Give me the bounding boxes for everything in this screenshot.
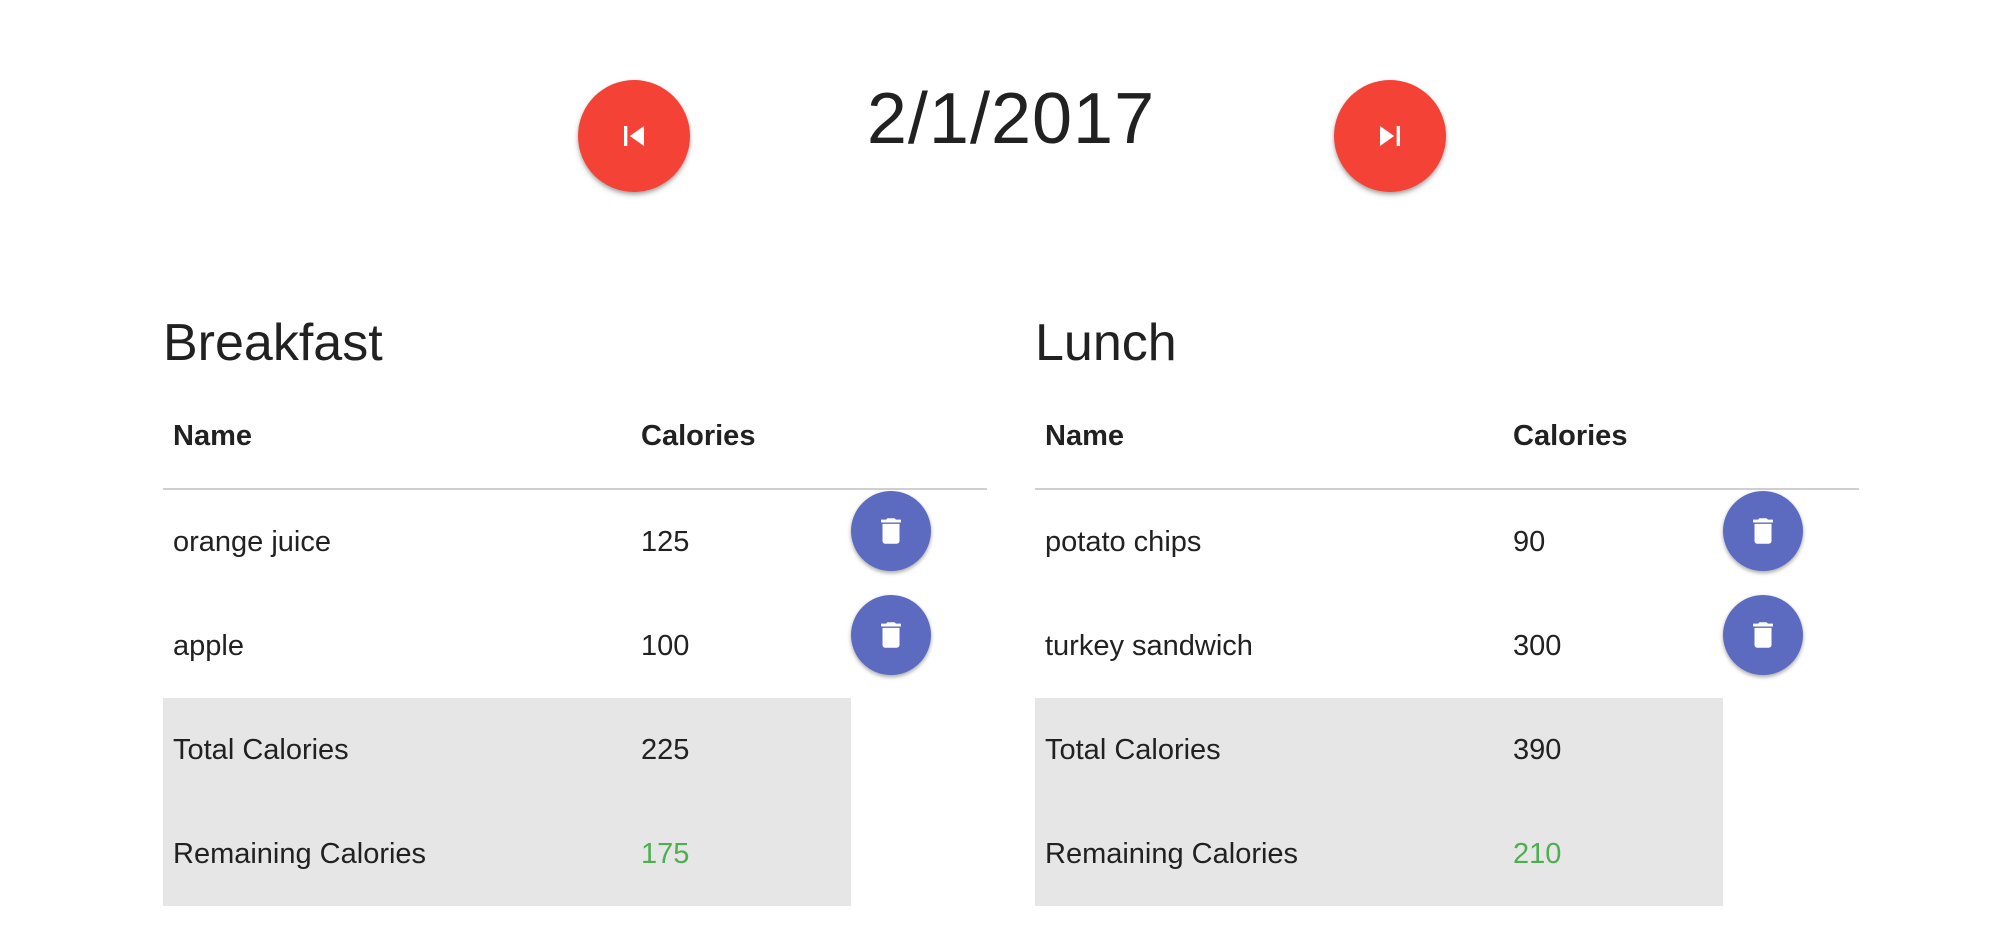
meal-title: Lunch [1035,314,1177,372]
calorie-summary: Total Calories 225 Remaining Calories 17… [163,698,851,906]
total-row: Total Calories 390 [1035,698,1723,802]
page: 2/1/2017 Breakfast Name Calories orange … [0,0,1990,940]
total-value: 390 [1513,733,1562,766]
table-row: apple 100 [163,594,987,698]
delete-button[interactable] [851,595,931,675]
trash-icon [1753,622,1773,648]
trash-icon [1753,518,1773,544]
food-name: orange juice [173,525,331,558]
table-row: turkey sandwich 300 [1035,594,1859,698]
remaining-value: 210 [1513,837,1562,870]
food-calories: 300 [1513,629,1562,662]
food-calories: 100 [641,629,690,662]
column-header-calories: Calories [641,419,756,452]
remaining-row: Remaining Calories 210 [1035,802,1723,906]
column-header-name: Name [1045,419,1124,452]
food-name: apple [173,629,244,662]
lunch-section: Lunch Name Calories potato chips 90 turk… [1035,290,1859,906]
table-row: orange juice 125 [163,490,987,594]
column-header-calories: Calories [1513,419,1628,452]
food-name: turkey sandwich [1045,629,1253,662]
breakfast-section: Breakfast Name Calories orange juice 125… [163,290,987,906]
column-header-name: Name [173,419,252,452]
meal-title: Breakfast [163,314,383,372]
calorie-summary: Total Calories 390 Remaining Calories 21… [1035,698,1723,906]
skip-next-icon [1380,126,1400,146]
food-name: potato chips [1045,525,1202,558]
remaining-label: Remaining Calories [1045,837,1299,870]
total-label: Total Calories [1045,733,1221,766]
date-title: 2/1/2017 [866,79,1156,159]
food-calories: 90 [1513,525,1546,558]
trash-icon [881,518,901,544]
table-header: Name Calories [163,384,987,490]
total-label: Total Calories [173,733,349,766]
table-header: Name Calories [1035,384,1859,490]
table-row: potato chips 90 [1035,490,1859,594]
next-day-button[interactable] [1334,80,1446,192]
remaining-value: 175 [641,837,690,870]
food-calories: 125 [641,525,690,558]
delete-button[interactable] [1723,595,1803,675]
total-value: 225 [641,733,690,766]
trash-icon [881,622,901,648]
remaining-label: Remaining Calories [173,837,427,870]
delete-button[interactable] [851,491,931,571]
remaining-row: Remaining Calories 175 [163,802,851,906]
total-row: Total Calories 225 [163,698,851,802]
delete-button[interactable] [1723,491,1803,571]
